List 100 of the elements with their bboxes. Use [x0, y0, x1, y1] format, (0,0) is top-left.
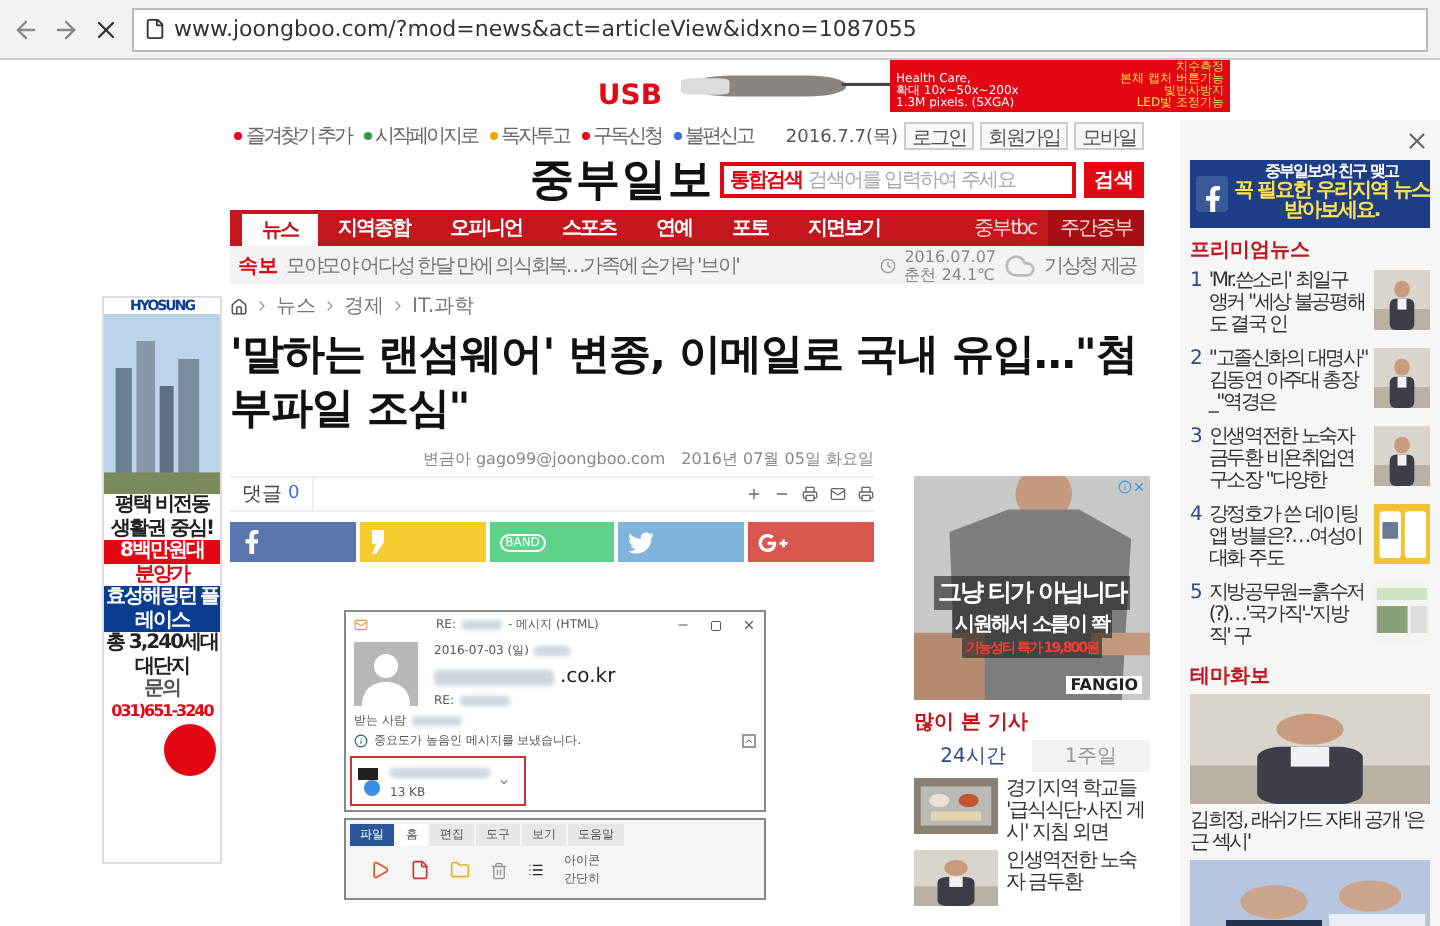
home-icon[interactable]: [230, 297, 248, 315]
utility-link[interactable]: 불편신고: [673, 122, 754, 150]
forward-icon[interactable]: [52, 15, 80, 43]
weather-reading: 춘천 24.1℃: [904, 265, 997, 283]
share-button[interactable]: [618, 522, 745, 562]
ad-text: 생활권 중심!: [110, 517, 214, 540]
ad-text: 시원해서 소름이 쫙: [951, 610, 1113, 638]
utility-link[interactable]: 즐겨찾기 추가: [234, 122, 352, 150]
nav-link[interactable]: 주간중부: [1048, 210, 1144, 246]
nav-tab[interactable]: 뉴스: [242, 210, 318, 246]
ad-text: 대단지: [135, 655, 189, 678]
article-link[interactable]: 강정호가 쓴 데이팅앱 벙블은?…여성이 대화 주도: [1208, 504, 1368, 570]
info-icon: [354, 734, 368, 748]
rank-number: 1: [1190, 270, 1203, 292]
minimize-icon: [676, 618, 690, 632]
print-icon[interactable]: [802, 486, 818, 502]
chevron-icon: [254, 298, 270, 314]
breaking-news-link[interactable]: 모야모야 어다성 한달 만에 의식회복…가족에 손가락 '브이': [286, 251, 739, 279]
gallery-caption[interactable]: 김희정, 래쉬가드 자태 공개 '은근 섹시': [1190, 810, 1430, 854]
quote-icon: [369, 530, 386, 554]
envelope-icon: [354, 618, 368, 632]
chevron-icon: [322, 298, 338, 314]
caret-icon: [498, 775, 510, 787]
sender-address: .co.kr: [560, 666, 616, 688]
nav-link[interactable]: 중부tbc: [962, 210, 1048, 246]
trash-icon: [490, 861, 508, 879]
rank-number: 4: [1190, 504, 1203, 526]
facebook-icon: [240, 530, 264, 554]
share-button[interactable]: [748, 522, 874, 562]
blurred-text: [390, 768, 490, 778]
chevron-icon: [390, 298, 406, 314]
account-button[interactable]: 로그인: [904, 122, 974, 150]
search-label: 통합검색: [730, 168, 802, 194]
file-icon: [410, 860, 430, 880]
article-link[interactable]: 인생역전한 노숙자 금두환 비욘취업연구소장 "다양한: [1208, 426, 1368, 492]
share-button[interactable]: [230, 522, 356, 562]
clock-icon: [880, 257, 897, 273]
maximize-icon: [710, 619, 722, 631]
close-icon: [742, 618, 756, 632]
avatar-icon: [354, 642, 418, 706]
blurred-text: [459, 696, 510, 706]
badge-icon: [164, 723, 216, 776]
folder-icon: [450, 860, 470, 880]
print-icon[interactable]: [858, 486, 874, 502]
close-icon[interactable]: [1404, 128, 1430, 154]
facebook-banner[interactable]: 중부일보와 친구 맺고 꼭 필요한 우리지역 뉴스 받아보세요.: [1190, 160, 1430, 228]
page-icon: [144, 18, 166, 40]
article-link[interactable]: 인생역전한 노숙자 금두환: [1006, 850, 1150, 894]
cloud-icon: [1004, 249, 1037, 281]
address-bar[interactable]: www.joongboo.com/?mod=news&act=articleView&idxno=1087055: [132, 7, 1428, 51]
breadcrumb-link[interactable]: IT.과학: [412, 292, 475, 320]
ad-brand: FANGIO: [1066, 676, 1142, 694]
section-title: 많이 본 기사: [914, 710, 1030, 736]
banner-text: 중부일보와 친구 맺고: [1264, 164, 1399, 181]
nav-tab[interactable]: 스포츠: [542, 210, 636, 246]
ad-text: 평택 비전동: [114, 494, 210, 518]
account-button[interactable]: 모바일: [1074, 122, 1144, 150]
blurred-text: [534, 646, 571, 656]
date-text: 2016.7.7(목): [785, 125, 898, 149]
nav-tab[interactable]: 지면보기: [788, 210, 900, 246]
ad-text: USB: [597, 80, 662, 112]
bird-icon: [628, 529, 655, 555]
search-box[interactable]: 통합검색 검색어를 입력하여 주세요: [720, 162, 1076, 198]
zoom-in-icon[interactable]: [746, 486, 762, 502]
search-button[interactable]: 검색: [1084, 162, 1144, 198]
ad-text: 8백만원대: [104, 540, 220, 564]
article-link[interactable]: 경기지역 학교들 '급식식단·사진 게시' 지침 외면: [1006, 778, 1150, 844]
article-link[interactable]: 'Mr.쓴소리' 최일구 앵커 "세상 불공평해도 결국 인: [1208, 270, 1368, 336]
nav-tab[interactable]: 오피니언: [430, 210, 542, 246]
weather-date: 2016.07.07: [904, 247, 997, 265]
author-text: 변금아 gago99@joongboo.com: [422, 447, 666, 469]
mail-icon[interactable]: [830, 486, 846, 502]
period-tab[interactable]: 24시간: [914, 740, 1032, 772]
article-link[interactable]: 지방공무원=흙수저(?)…'국가직'-'지방직' 구: [1208, 582, 1368, 648]
utility-link[interactable]: 독자투고: [489, 122, 570, 150]
banner-text: 받아보세요.: [1283, 202, 1380, 224]
zip-file-icon: [358, 767, 382, 795]
article-link[interactable]: "고졸신화의 대명사" 김동연 아주대 총장 _"역경은: [1208, 348, 1368, 414]
ad-phone: 031)651-3240: [111, 701, 213, 720]
breadcrumb-link[interactable]: 경제: [344, 292, 384, 320]
weather-source: 기상청 제공: [1044, 253, 1136, 279]
rank-number: 3: [1190, 426, 1203, 448]
comments-tab[interactable]: 댓글 0: [230, 477, 314, 511]
rank-number: 2: [1190, 348, 1203, 370]
play-icon: [370, 860, 390, 880]
nav-tab[interactable]: 연예: [636, 210, 712, 246]
nav-tab[interactable]: 지역종합: [318, 210, 430, 246]
site-logo[interactable]: 중부일보: [530, 150, 714, 210]
blurred-text: [434, 669, 554, 685]
breadcrumb-link[interactable]: 뉴스: [276, 292, 316, 320]
nav-tab[interactable]: 포토: [712, 210, 788, 246]
account-button[interactable]: 회원가입: [980, 122, 1068, 150]
utility-link[interactable]: 시작페이지로: [363, 122, 478, 150]
blurred-text: [411, 716, 462, 726]
utility-link[interactable]: 구독신청: [581, 122, 662, 150]
rank-number: 5: [1190, 582, 1203, 604]
ad-text: 문의: [144, 678, 180, 702]
list-icon: [528, 862, 544, 878]
section-title: 테마화보: [1190, 664, 1272, 690]
back-icon[interactable]: [12, 15, 40, 43]
